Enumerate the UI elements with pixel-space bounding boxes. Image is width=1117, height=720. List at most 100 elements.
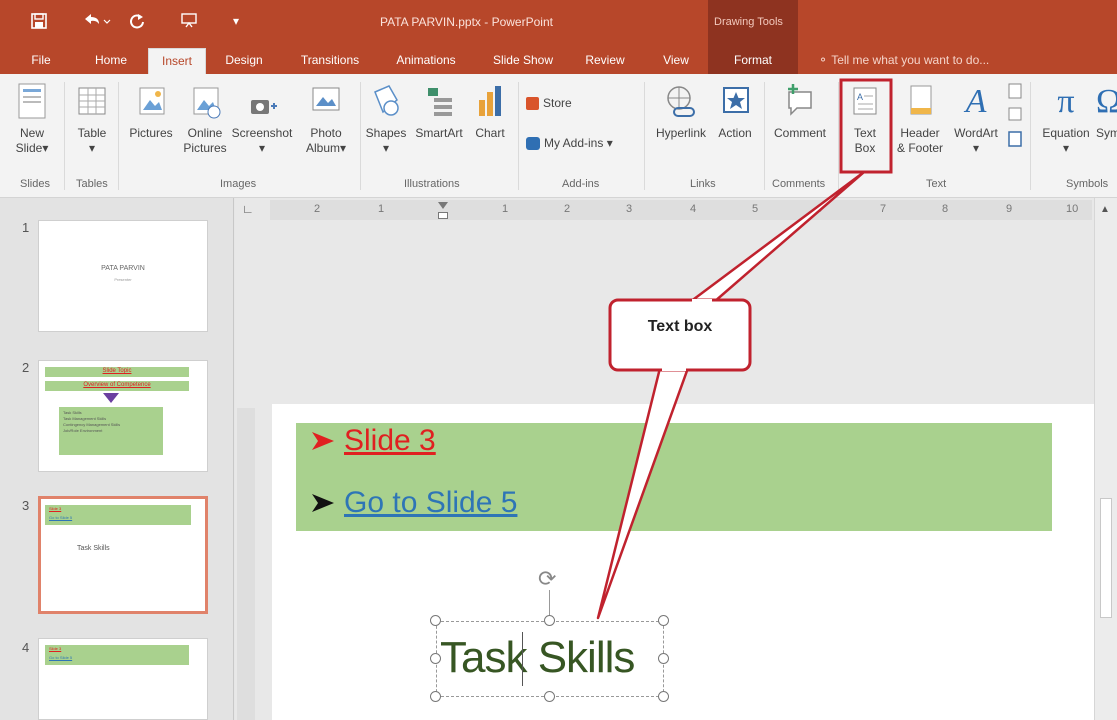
scroll-thumb[interactable]: [1100, 498, 1112, 618]
ruler-mark: 2: [564, 203, 571, 215]
equation-button[interactable]: π Equation ▾: [1036, 82, 1096, 156]
tab-slide-show[interactable]: Slide Show: [484, 48, 562, 74]
indent-marker-icon[interactable]: [438, 212, 448, 219]
tell-me-text: Tell me what you want to do...: [831, 53, 990, 67]
group-label-slides: Slides: [20, 178, 50, 190]
vertical-scrollbar[interactable]: ▲: [1094, 198, 1117, 720]
slide-number: 3: [22, 498, 30, 513]
horizontal-ruler[interactable]: 2 1 1 2 3 4 5 6 7 8 9 10: [270, 200, 1092, 220]
shapes-icon: [374, 85, 399, 116]
group-label-addins: Add-ins: [562, 178, 600, 190]
redo-icon[interactable]: [124, 8, 150, 34]
smartart-label: SmartArt: [415, 126, 463, 140]
comment-icon: [788, 84, 812, 116]
resize-handle[interactable]: [430, 691, 441, 702]
group-label-tables: Tables: [76, 178, 108, 190]
tell-me-box[interactable]: ⚬ Tell me what you want to do...: [818, 48, 989, 74]
resize-handle[interactable]: [544, 615, 555, 626]
ruler-mark: 9: [1006, 203, 1013, 215]
online-pictures-button[interactable]: Online Pictures: [180, 82, 230, 156]
resize-handle[interactable]: [544, 691, 555, 702]
textbox-content[interactable]: Task Skills: [440, 633, 635, 683]
scroll-up-arrow-icon[interactable]: ▲: [1100, 204, 1110, 215]
undo-icon[interactable]: [76, 8, 116, 34]
dropdown-arrow-icon: ▾: [42, 141, 49, 155]
header-footer-button[interactable]: Header & Footer: [892, 82, 948, 156]
drawing-tools-label: Drawing Tools: [714, 16, 783, 28]
slide-thumbnail-3[interactable]: Slide 3 Go to Slide 5 Task Skills: [38, 496, 208, 614]
tab-format[interactable]: Format: [708, 48, 798, 74]
tab-animations[interactable]: Animations: [384, 48, 468, 74]
text-box-button[interactable]: A Text Box: [846, 82, 884, 156]
resize-handle[interactable]: [658, 615, 669, 626]
comment-label: Comment: [773, 126, 826, 140]
symbol-button[interactable]: Ω Sym: [1096, 82, 1117, 141]
store-icon: [526, 97, 539, 111]
ruler-corner[interactable]: ∟: [242, 202, 256, 216]
slide-thumbnail-1[interactable]: PATA PARVIN Presenter: [38, 220, 208, 332]
group-separator: [360, 82, 361, 190]
save-icon[interactable]: [26, 8, 52, 34]
resize-handle[interactable]: [430, 653, 441, 664]
slide-thumbnail-2[interactable]: Slide Topic Overview of Competence Task …: [38, 360, 208, 472]
store-button[interactable]: Store: [526, 96, 596, 111]
pictures-icon: [139, 87, 165, 115]
smartart-button[interactable]: SmartArt: [410, 82, 468, 141]
group-separator: [518, 82, 519, 190]
text-box-label-1: Text: [853, 126, 876, 140]
screenshot-button[interactable]: Screenshot ▾: [230, 82, 294, 156]
tab-insert[interactable]: Insert: [148, 48, 206, 74]
group-label-links: Links: [690, 178, 716, 190]
header-footer-label-2: & Footer: [896, 141, 944, 155]
shapes-button[interactable]: Shapes ▾: [364, 82, 408, 156]
tab-home[interactable]: Home: [86, 48, 136, 74]
table-button[interactable]: Table ▾: [72, 82, 112, 156]
text-small-buttons[interactable]: [1004, 82, 1026, 158]
tab-view[interactable]: View: [652, 48, 700, 74]
resize-handle[interactable]: [658, 653, 669, 664]
table-label: Table: [77, 126, 107, 140]
group-label-illustrations: Illustrations: [404, 178, 460, 190]
start-presentation-icon[interactable]: [176, 8, 202, 34]
store-label: Store: [543, 96, 572, 110]
thumb-header-2: Overview of Competence: [83, 382, 151, 388]
group-separator: [1030, 82, 1031, 190]
thumb-subtitle: Presenter: [114, 277, 132, 282]
svg-text:A: A: [857, 92, 863, 102]
thumb-line-1: Slide 3: [49, 646, 62, 651]
tab-design[interactable]: Design: [216, 48, 272, 74]
photo-album-icon: [312, 87, 340, 111]
date-time-icons: [1008, 83, 1022, 147]
tab-transitions[interactable]: Transitions: [290, 48, 370, 74]
arrow-bullet-icon: [312, 494, 334, 512]
chart-button[interactable]: Chart: [470, 82, 510, 141]
group-separator: [118, 82, 119, 190]
resize-handle[interactable]: [430, 615, 441, 626]
comment-button[interactable]: Comment: [768, 82, 832, 141]
vertical-ruler[interactable]: [237, 408, 255, 720]
symbol-label: Sym: [1096, 126, 1117, 140]
indent-marker-icon[interactable]: [438, 202, 448, 209]
hyperlink-slide-3[interactable]: Slide 3: [344, 424, 436, 458]
resize-handle[interactable]: [658, 691, 669, 702]
my-addins-label: My Add-ins: [544, 136, 604, 150]
thumb-line-1: Slide 3: [49, 506, 62, 511]
my-addins-button[interactable]: My Add-ins ▾: [526, 136, 646, 151]
hyperlink-go-to-slide-5[interactable]: Go to Slide 5: [344, 486, 517, 520]
slide-thumbnail-4[interactable]: Slide 3 Go to Slide 5: [38, 638, 208, 720]
wordart-button[interactable]: A WordArt ▾: [948, 82, 1004, 156]
photo-album-button[interactable]: Photo Album▾: [298, 82, 354, 156]
tab-review[interactable]: Review: [578, 48, 632, 74]
wordart-label: WordArt: [954, 126, 998, 140]
customize-qat-icon[interactable]: ▾: [226, 8, 246, 34]
text-box-icon: A: [853, 87, 877, 115]
smartart-icon: [428, 88, 452, 116]
dropdown-arrow-icon: ▾: [88, 141, 96, 155]
ruler-mark: 4: [690, 203, 697, 215]
rotation-handle-icon[interactable]: ⟳: [538, 566, 556, 592]
new-slide-button[interactable]: New Slide▾: [10, 82, 54, 156]
tab-file[interactable]: File: [26, 48, 56, 74]
action-button[interactable]: Action: [712, 82, 758, 141]
hyperlink-button[interactable]: Hyperlink: [650, 82, 712, 141]
pictures-button[interactable]: Pictures: [124, 82, 178, 141]
